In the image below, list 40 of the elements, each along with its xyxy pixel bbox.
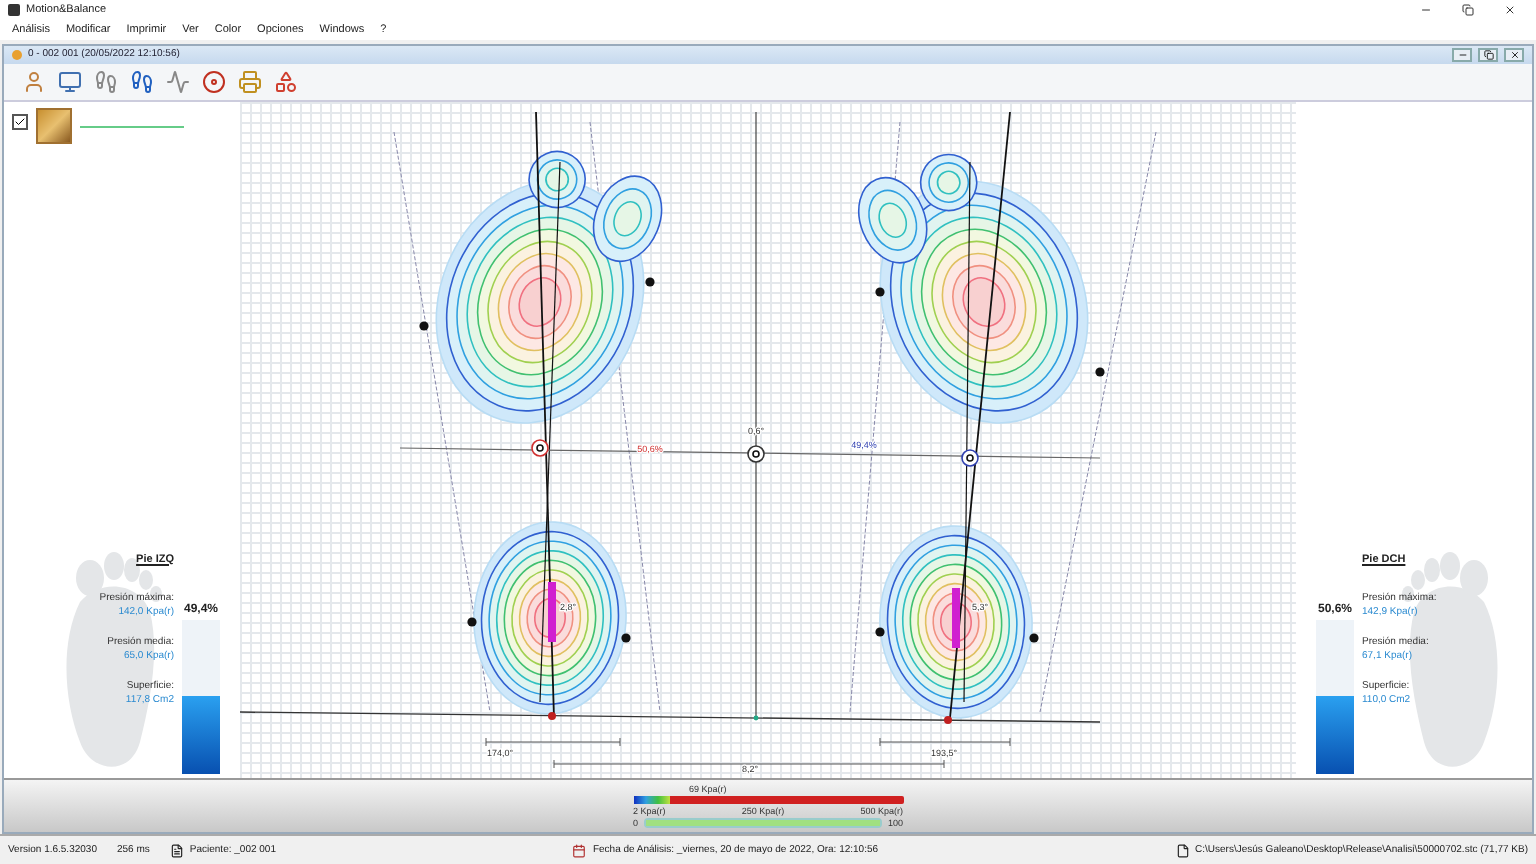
shapes-icon[interactable] (272, 69, 300, 94)
measurement-point (419, 320, 429, 330)
printer-icon[interactable] (236, 69, 264, 94)
heel-point (944, 715, 952, 723)
restore-icon (1483, 49, 1493, 60)
activity-icon[interactable] (164, 69, 192, 94)
measurement-point (621, 632, 631, 642)
measurement-point (875, 286, 885, 296)
measurement-point (875, 626, 885, 636)
disc-icon[interactable] (200, 69, 228, 94)
image-thumbnail[interactable] (36, 107, 72, 143)
close-button[interactable] (1504, 47, 1524, 62)
target-marker (961, 448, 979, 466)
target-marker (747, 444, 765, 462)
file-icon (1175, 843, 1190, 857)
progress-line (80, 125, 184, 127)
patient-icon[interactable] (20, 69, 48, 94)
footprints-icon[interactable] (92, 69, 120, 94)
restore-button[interactable] (1478, 47, 1498, 62)
measurement-point (645, 276, 655, 286)
dimension-line (485, 736, 621, 746)
footprints-icon[interactable] (128, 69, 156, 94)
measurement-point (1095, 366, 1105, 376)
minimize-icon (1457, 49, 1467, 60)
checkbox[interactable] (12, 113, 28, 129)
measurement-point (467, 616, 477, 626)
center-point (753, 714, 759, 720)
monitor-icon[interactable] (56, 69, 84, 94)
dimension-line (879, 736, 1011, 746)
calendar-icon (572, 843, 587, 857)
close-icon (1504, 4, 1516, 16)
heel-axis-marker (952, 587, 960, 647)
restore-icon (1462, 4, 1474, 16)
app-icon (8, 4, 20, 16)
minimize-icon (1420, 4, 1432, 16)
target-marker (531, 438, 549, 456)
heel-axis-marker (548, 581, 556, 641)
color-scale-track[interactable] (633, 795, 903, 804)
measurement-point (1029, 632, 1039, 642)
heel-point (548, 711, 556, 719)
